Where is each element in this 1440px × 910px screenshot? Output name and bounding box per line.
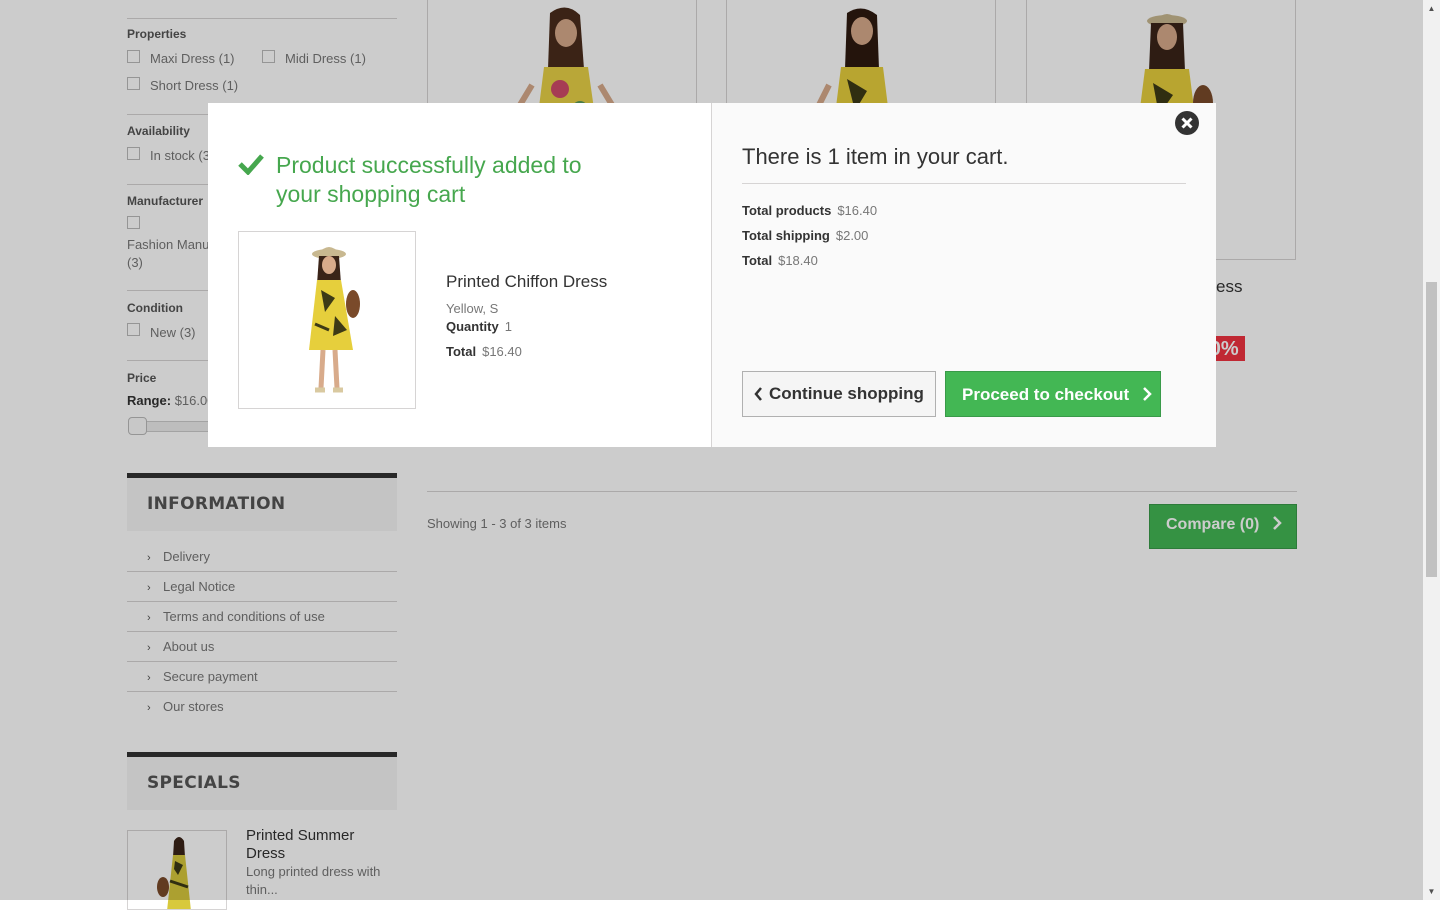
scroll-thumb[interactable] — [1426, 282, 1437, 577]
cart-total-value: $18.40 — [778, 253, 818, 268]
modal-product-attributes: Yellow, S — [446, 301, 499, 316]
product-total-value: $16.40 — [482, 344, 522, 359]
continue-shopping-button[interactable]: Continue shopping — [742, 371, 936, 417]
cart-total: Total $18.40 — [742, 253, 818, 268]
modal-product-quantity: Quantity 1 — [446, 319, 512, 334]
modal-product-name: Printed Chiffon Dress — [446, 272, 608, 291]
modal-product-image — [238, 231, 416, 409]
total-products-value: $16.40 — [837, 203, 878, 218]
page-scrollbar[interactable]: ▲ ▼ — [1423, 0, 1440, 900]
close-x-glyph — [1181, 117, 1193, 129]
close-icon[interactable] — [1175, 111, 1199, 135]
cart-total-shipping: Total shipping $2.00 — [742, 228, 868, 243]
total-products-label: Total products — [742, 203, 832, 218]
checkmark-icon — [238, 154, 264, 175]
modal-product-panel: Product successfully added to your shopp… — [208, 103, 712, 447]
chevron-left-icon — [754, 387, 762, 401]
scroll-down-arrow-icon[interactable]: ▼ — [1423, 883, 1440, 900]
quantity-label: Quantity — [446, 319, 499, 334]
product-total-label: Total — [446, 344, 477, 359]
quantity-value: 1 — [504, 319, 512, 334]
modal-cart-panel: There is 1 item in your cart. Total prod… — [712, 103, 1216, 447]
scroll-up-arrow-icon[interactable]: ▲ — [1423, 0, 1440, 17]
total-shipping-label: Total shipping — [742, 228, 830, 243]
success-title: Product successfully added to your shopp… — [276, 152, 582, 207]
cart-divider — [742, 183, 1186, 184]
cart-count-title: There is 1 item in your cart. — [742, 144, 1009, 169]
total-shipping-value: $2.00 — [835, 228, 869, 243]
continue-shopping-label: Continue shopping — [769, 384, 924, 403]
chevron-right-icon — [1143, 387, 1152, 401]
cart-total-label: Total — [742, 253, 773, 268]
dress-figure-image — [309, 247, 360, 393]
proceed-to-checkout-label: Proceed to checkout — [962, 385, 1130, 404]
proceed-to-checkout-button[interactable]: Proceed to checkout — [945, 371, 1161, 417]
add-to-cart-modal: Product successfully added to your shopp… — [208, 103, 1216, 447]
cart-total-products: Total products $16.40 — [742, 203, 877, 218]
modal-product-total: Total $16.40 — [446, 344, 522, 359]
